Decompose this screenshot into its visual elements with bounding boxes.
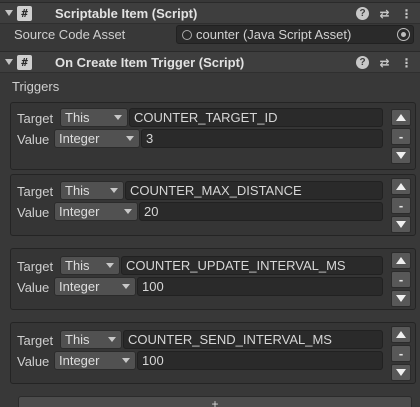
script-icon: # [17, 6, 32, 21]
target-type-value: This [65, 110, 90, 125]
target-label: Target [17, 333, 54, 348]
dropdown-arrow-icon [126, 136, 134, 141]
value-label: Value [17, 280, 50, 295]
target-id-input[interactable]: COUNTER_SEND_INTERVAL_MS [123, 330, 383, 349]
context-menu-icon[interactable]: ⋮ [399, 55, 414, 70]
move-up-button[interactable] [391, 177, 411, 195]
triggers-label: Triggers [12, 79, 60, 94]
remove-button[interactable]: - [391, 270, 411, 288]
value-type-value: Integer [59, 131, 100, 146]
javascript-asset-icon [182, 30, 192, 40]
remove-button[interactable]: - [391, 196, 411, 214]
remove-button[interactable]: - [391, 344, 411, 362]
value-type-dropdown[interactable]: Integer [54, 129, 140, 148]
move-down-button[interactable] [391, 289, 411, 307]
value-label: Value [17, 132, 50, 147]
source-code-asset-field[interactable]: counter (Java Script Asset) [176, 25, 414, 44]
value-type-dropdown[interactable]: Integer [54, 351, 136, 370]
value-type-dropdown[interactable]: Integer [54, 202, 138, 221]
target-type-value: This [65, 183, 90, 198]
trigger-entry: Target This COUNTER_UPDATE_INTERVAL_MS V… [10, 248, 416, 310]
presets-icon[interactable]: ⇄ [377, 55, 392, 70]
value-input[interactable]: 100 [137, 351, 383, 370]
component-title: Scriptable Item (Script) [55, 6, 198, 21]
trigger-entry: Target This COUNTER_MAX_DISTANCE Value I… [10, 174, 416, 236]
presets-icon[interactable]: ⇄ [377, 6, 392, 21]
value-type-value: Integer [59, 279, 100, 294]
move-up-button[interactable] [391, 251, 411, 269]
target-type-value: This [65, 258, 90, 273]
value-label: Value [17, 205, 50, 220]
target-id-input[interactable]: COUNTER_UPDATE_INTERVAL_MS [121, 256, 383, 275]
value-type-value: Integer [59, 353, 100, 368]
target-type-dropdown[interactable]: This [60, 330, 122, 349]
dropdown-arrow-icon [122, 358, 130, 363]
remove-button[interactable]: - [391, 127, 411, 145]
move-up-button[interactable] [391, 108, 411, 126]
trigger-entry: Target This COUNTER_TARGET_ID Value Inte… [10, 102, 416, 170]
dropdown-arrow-icon [124, 209, 132, 214]
value-type-value: Integer [59, 204, 100, 219]
on-create-item-trigger-header[interactable]: # On Create Item Trigger (Script) ? ⇄ ⋮ [0, 51, 420, 73]
value-type-dropdown[interactable]: Integer [54, 277, 136, 296]
fold-arrow-icon[interactable] [4, 8, 14, 18]
value-input[interactable]: 100 [137, 277, 383, 296]
help-icon[interactable]: ? [355, 55, 370, 70]
trigger-entry: Target This COUNTER_SEND_INTERVAL_MS Val… [10, 322, 416, 384]
dropdown-arrow-icon [122, 284, 130, 289]
target-type-dropdown[interactable]: This [60, 256, 120, 275]
move-up-button[interactable] [391, 325, 411, 343]
dropdown-arrow-icon [106, 263, 114, 268]
value-input[interactable]: 20 [139, 202, 383, 221]
component-title: On Create Item Trigger (Script) [55, 55, 245, 70]
target-label: Target [17, 259, 54, 274]
script-icon: # [17, 55, 32, 70]
scriptable-item-header[interactable]: # Scriptable Item (Script) ? ⇄ ⋮ [0, 2, 420, 24]
source-code-asset-label: Source Code Asset [14, 27, 126, 42]
move-down-button[interactable] [391, 146, 411, 164]
help-icon[interactable]: ? [355, 6, 370, 21]
value-input[interactable]: 3 [141, 129, 383, 148]
fold-arrow-icon[interactable] [4, 57, 14, 67]
target-type-value: This [65, 332, 90, 347]
context-menu-icon[interactable]: ⋮ [399, 6, 414, 21]
source-code-asset-value: counter (Java Script Asset) [196, 27, 352, 42]
target-id-input[interactable]: COUNTER_MAX_DISTANCE [125, 181, 383, 200]
move-down-button[interactable] [391, 363, 411, 381]
target-type-dropdown[interactable]: This [60, 181, 124, 200]
target-id-input[interactable]: COUNTER_TARGET_ID [129, 108, 383, 127]
target-label: Target [17, 184, 54, 199]
add-trigger-button[interactable]: + [18, 396, 412, 407]
object-picker-icon[interactable] [397, 28, 410, 41]
dropdown-arrow-icon [114, 115, 122, 120]
target-type-dropdown[interactable]: This [60, 108, 128, 127]
dropdown-arrow-icon [110, 188, 118, 193]
value-label: Value [17, 354, 50, 369]
dropdown-arrow-icon [108, 337, 116, 342]
target-label: Target [17, 111, 54, 126]
move-down-button[interactable] [391, 215, 411, 233]
